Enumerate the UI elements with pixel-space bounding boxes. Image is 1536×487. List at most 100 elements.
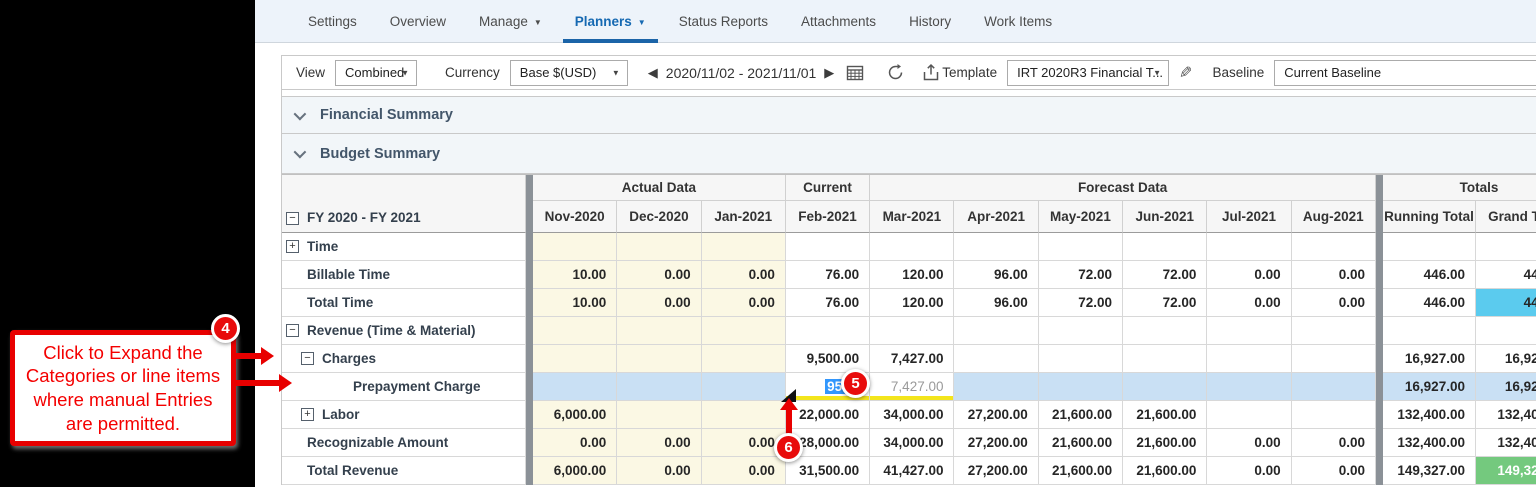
calendar-icon[interactable] — [844, 62, 866, 84]
value-cell[interactable]: 0.00 — [1291, 429, 1376, 457]
row-label-cell[interactable]: + Time — [282, 233, 526, 261]
previous-period-icon[interactable]: ◀ — [648, 65, 658, 81]
value-cell[interactable]: 34,000.00 — [870, 401, 955, 429]
export-icon[interactable] — [920, 62, 942, 84]
row-label-cell[interactable]: Total Time — [282, 289, 526, 317]
value-cell[interactable]: 0.00 — [1291, 289, 1376, 317]
collapse-toggle-icon[interactable]: − — [286, 212, 299, 225]
value-cell[interactable] — [1038, 233, 1124, 261]
value-cell[interactable]: 16,927.00 — [1382, 345, 1476, 373]
value-cell[interactable] — [1291, 233, 1376, 261]
value-cell[interactable]: 72.00 — [1123, 261, 1208, 289]
value-cell[interactable] — [701, 233, 786, 261]
row-label-cell[interactable]: Prepayment Charge — [282, 373, 526, 401]
value-cell[interactable] — [785, 233, 871, 261]
expand-toggle-icon[interactable]: + — [301, 408, 314, 421]
value-cell[interactable] — [870, 317, 955, 345]
value-cell[interactable]: 149,327.00 — [1382, 457, 1476, 485]
section-financial-summary[interactable]: Financial Summary — [281, 96, 1536, 134]
value-cell[interactable] — [954, 345, 1039, 373]
value-cell[interactable]: 27,200.00 — [954, 429, 1039, 457]
value-cell[interactable]: 96.00 — [954, 289, 1039, 317]
value-cell[interactable] — [617, 345, 702, 373]
value-cell[interactable]: 22,000.00 — [785, 401, 871, 429]
value-cell[interactable]: 10.00 — [533, 289, 618, 317]
value-cell[interactable] — [1038, 373, 1124, 401]
value-cell[interactable] — [870, 233, 955, 261]
tab-settings[interactable]: Settings — [292, 0, 373, 43]
value-cell[interactable] — [1123, 317, 1208, 345]
value-cell[interactable]: 0.00 — [701, 261, 786, 289]
tab-status-reports[interactable]: Status Reports — [663, 0, 784, 43]
tab-planners[interactable]: Planners ▼ — [559, 0, 662, 43]
value-cell[interactable]: 0.00 — [533, 429, 618, 457]
row-label-cell[interactable]: − Revenue (Time & Material) — [282, 317, 526, 345]
baseline-dropdown[interactable]: Current Baseline ▼ — [1274, 59, 1536, 86]
template-dropdown[interactable]: IRT 2020R3 Financial T... ▼ — [1007, 59, 1170, 86]
value-cell[interactable]: 31,500.00 — [785, 457, 871, 485]
value-cell[interactable]: 7,427.00 — [870, 345, 955, 373]
value-cell[interactable] — [701, 401, 786, 429]
section-budget-summary[interactable]: Budget Summary — [281, 134, 1536, 174]
value-cell[interactable]: 34,000.00 — [870, 429, 955, 457]
value-cell[interactable] — [1291, 401, 1376, 429]
value-cell[interactable]: 6,000.00 — [533, 401, 618, 429]
value-cell[interactable]: 21,600.00 — [1038, 429, 1124, 457]
value-cell[interactable]: 446.00 — [1382, 289, 1476, 317]
value-cell[interactable]: 446.00 — [1475, 261, 1536, 289]
value-cell[interactable]: 72.00 — [1038, 261, 1124, 289]
next-period-icon[interactable]: ▶ — [824, 65, 834, 81]
value-cell[interactable]: 9,500.00 — [785, 345, 871, 373]
value-cell[interactable] — [533, 233, 618, 261]
value-cell[interactable] — [1038, 345, 1124, 373]
value-cell[interactable]: 16,927.00 — [1382, 373, 1476, 401]
value-cell[interactable] — [617, 317, 702, 345]
value-cell[interactable]: 0.00 — [1291, 261, 1376, 289]
value-cell[interactable] — [1123, 233, 1208, 261]
value-cell[interactable] — [954, 233, 1039, 261]
value-cell[interactable]: 0.00 — [1291, 457, 1376, 485]
value-cell[interactable]: 41,427.00 — [870, 457, 955, 485]
value-cell[interactable] — [533, 317, 618, 345]
value-cell[interactable]: 132,400.00 — [1475, 401, 1536, 429]
tab-work-items[interactable]: Work Items — [968, 0, 1068, 43]
value-cell[interactable] — [533, 373, 618, 401]
value-cell[interactable]: 16,927.00 — [1475, 345, 1536, 373]
collapse-toggle-icon[interactable]: − — [301, 352, 314, 365]
value-cell[interactable] — [701, 373, 786, 401]
value-cell[interactable] — [954, 373, 1039, 401]
value-cell[interactable]: 16,927.00 — [1475, 373, 1536, 401]
value-cell[interactable] — [785, 317, 871, 345]
value-cell[interactable]: 120.00 — [870, 261, 955, 289]
value-cell[interactable]: 446.00 — [1475, 289, 1536, 317]
value-cell[interactable]: 21,600.00 — [1038, 401, 1124, 429]
view-dropdown[interactable]: Combined ▼ — [335, 59, 418, 86]
value-cell[interactable]: 120.00 — [870, 289, 955, 317]
value-cell[interactable]: 72.00 — [1123, 289, 1208, 317]
value-cell[interactable] — [1291, 345, 1376, 373]
value-cell[interactable]: 0.00 — [701, 289, 786, 317]
value-cell[interactable] — [1475, 317, 1536, 345]
value-cell[interactable]: 27,200.00 — [954, 401, 1039, 429]
value-cell[interactable]: 0.00 — [617, 429, 702, 457]
value-cell[interactable]: 0.00 — [1207, 289, 1292, 317]
value-cell[interactable]: 21,600.00 — [1123, 457, 1208, 485]
tab-attachments[interactable]: Attachments — [785, 0, 892, 43]
value-cell[interactable] — [533, 345, 618, 373]
value-cell[interactable] — [1207, 373, 1292, 401]
value-cell[interactable]: 96.00 — [954, 261, 1039, 289]
value-cell[interactable] — [1291, 373, 1376, 401]
refresh-icon[interactable] — [884, 62, 906, 84]
value-cell[interactable] — [1207, 401, 1292, 429]
tab-manage[interactable]: Manage ▼ — [463, 0, 558, 43]
value-cell[interactable]: 76.00 — [785, 261, 871, 289]
value-cell[interactable]: 149,327.00 — [1475, 457, 1536, 485]
fiscal-year-header-cell[interactable]: − FY 2020 - FY 2021 — [282, 175, 526, 233]
value-cell[interactable] — [1207, 317, 1292, 345]
value-cell[interactable]: 0.00 — [701, 457, 786, 485]
row-label-cell[interactable]: + Labor — [282, 401, 526, 429]
value-cell[interactable] — [1382, 233, 1476, 261]
value-cell[interactable] — [701, 317, 786, 345]
value-cell[interactable] — [1382, 317, 1476, 345]
value-cell[interactable]: 72.00 — [1038, 289, 1124, 317]
